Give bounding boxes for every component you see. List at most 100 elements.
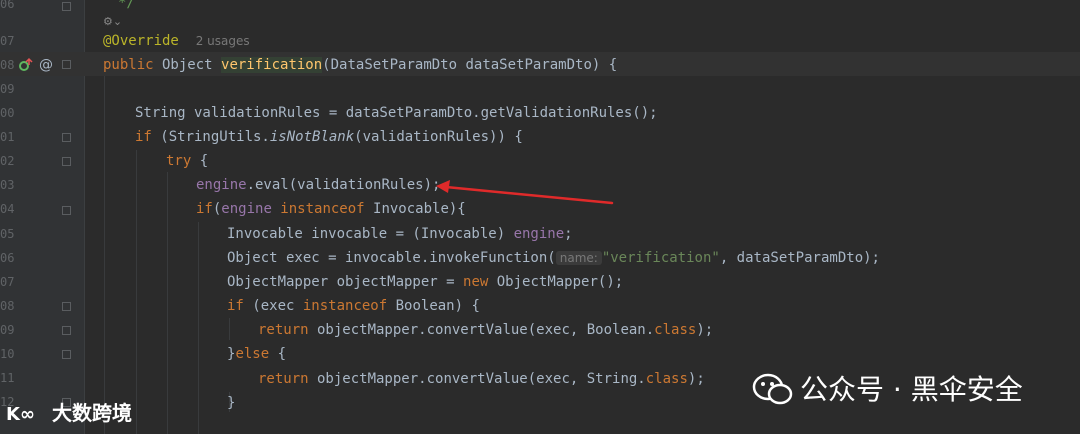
line-number: 06 (0, 251, 15, 265)
parameter-hint: name: (555, 251, 602, 265)
code-editor[interactable]: 06 07 08 09 00 01 02 03 04 05 06 07 08 0… (0, 0, 1080, 434)
indent-guide (198, 222, 199, 434)
code-line: }else { (227, 345, 286, 363)
code-line: @Override 2 usages (103, 32, 250, 50)
method-name-token: verification (221, 57, 323, 73)
override-indicator-icon[interactable] (18, 57, 34, 73)
svg-text:K∞: K∞ (6, 404, 35, 425)
line-number: 07 (0, 34, 15, 48)
line-number: 03 (0, 178, 15, 192)
line-number: 08 (0, 58, 15, 72)
code-token: ; (564, 226, 573, 242)
keyword-token: class (645, 371, 688, 387)
code-line: ObjectMapper objectMapper = new ObjectMa… (227, 273, 623, 291)
code-token: Object exec = invocable.invokeFunction( (227, 250, 556, 266)
code-token: Boolean) { (387, 298, 480, 314)
code-token: , dataSetParamDto); (719, 250, 880, 266)
keyword-token: instanceof (302, 298, 388, 314)
indent-guide (167, 172, 168, 434)
code-token: .eval(validationRules); (246, 177, 441, 193)
wechat-logo (752, 373, 793, 405)
field-token: engine (513, 226, 565, 242)
fold-marker[interactable] (62, 133, 71, 142)
line-number: 02 (0, 154, 15, 168)
keyword-token: instanceof (271, 201, 365, 217)
code-line: Object exec = invocable.invokeFunction(n… (227, 249, 880, 267)
svg-text:⚙⌄: ⚙⌄ (103, 15, 122, 28)
code-token: (DataSetParamDto dataSetParamDto) { (322, 57, 618, 73)
code-line: } (227, 395, 236, 411)
fold-marker[interactable] (62, 157, 71, 166)
annotation-at-icon[interactable]: @ (38, 56, 54, 72)
keyword-token: else (235, 346, 270, 362)
code-token: ObjectMapper(); (488, 274, 624, 290)
keyword-token: class (654, 322, 697, 338)
line-number: 06 (0, 0, 15, 11)
line-number: 00 (0, 106, 15, 120)
field-token: engine (196, 177, 247, 193)
code-line: if (StringUtils.isNotBlank(validationRul… (135, 128, 523, 146)
red-arrow-annotation (436, 180, 614, 205)
code-token: ); (696, 322, 714, 338)
keyword-token: try (166, 153, 192, 169)
line-number: 05 (0, 227, 15, 241)
type-token: Object (153, 57, 222, 73)
code-token: (exec (243, 298, 303, 314)
keyword-token: if (227, 298, 244, 314)
keyword-token: public (103, 57, 154, 73)
line-number: 01 (0, 130, 15, 144)
code-line: if(engine instanceof Invocable){ (196, 200, 466, 218)
code-token: objectMapper.convertValue(exec, String. (308, 371, 646, 387)
string-token: "verification" (601, 250, 720, 266)
keyword-token: return (258, 371, 309, 387)
line-number: 08 (0, 299, 15, 313)
code-line: if (exec instanceof Boolean) { (227, 297, 480, 315)
line-number: 10 (0, 347, 15, 361)
fold-marker[interactable] (62, 2, 71, 11)
indent-guide (104, 76, 105, 434)
code-token: (StringUtils. (151, 129, 270, 145)
line-number: 04 (0, 202, 15, 216)
keyword-token: if (196, 201, 213, 217)
code-line: return objectMapper.convertValue(exec, S… (258, 370, 705, 388)
code-line: public Object verification(DataSetParamD… (103, 56, 617, 74)
code-token: { (269, 346, 287, 362)
fold-marker[interactable] (62, 302, 71, 311)
fold-marker[interactable] (62, 60, 71, 69)
fold-marker[interactable] (62, 206, 71, 215)
code-token: objectMapper.convertValue(exec, Boolean. (308, 322, 655, 338)
brand-watermark-text: 大数跨境 (52, 401, 132, 425)
static-method-token: isNotBlank (269, 129, 355, 145)
keyword-token: if (135, 129, 152, 145)
code-line: Invocable invocable = (Invocable) engine… (227, 225, 573, 243)
fold-marker[interactable] (62, 326, 71, 335)
code-line: String validationRules = dataSetParamDto… (135, 105, 658, 121)
code-token: ); (687, 371, 705, 387)
code-token: Invocable invocable = (Invocable) (227, 226, 514, 242)
indent-guide (229, 318, 230, 340)
field-token: engine (221, 201, 272, 217)
code-line: try { (166, 152, 208, 170)
watermark-text: 公众号 · 黑伞安全 (800, 373, 1023, 406)
annotation-token: @Override (103, 33, 179, 49)
arrow-head (436, 180, 450, 193)
arrow-shaft (444, 185, 614, 205)
line-number: 11 (0, 371, 15, 385)
line-number: 09 (0, 82, 15, 96)
keyword-token: return (258, 322, 309, 338)
inline-hint-icon[interactable]: ⚙⌄ (103, 14, 127, 28)
code-line: */ (118, 0, 135, 11)
keyword-token: new (463, 274, 489, 290)
code-token: (validationRules)) { (354, 129, 523, 145)
code-line: return objectMapper.convertValue(exec, B… (258, 321, 713, 339)
line-number: 07 (0, 275, 15, 289)
fold-marker[interactable] (62, 350, 71, 359)
indent-guide (136, 150, 137, 434)
code-line: engine.eval(validationRules); (196, 176, 440, 194)
line-number: 09 (0, 323, 15, 337)
code-token: ObjectMapper objectMapper = (227, 274, 464, 290)
brand-logo-icon: K∞ (6, 404, 35, 425)
svg-text:@: @ (39, 57, 53, 72)
usages-hint[interactable]: 2 usages (196, 34, 250, 48)
code-token: { (191, 153, 209, 169)
